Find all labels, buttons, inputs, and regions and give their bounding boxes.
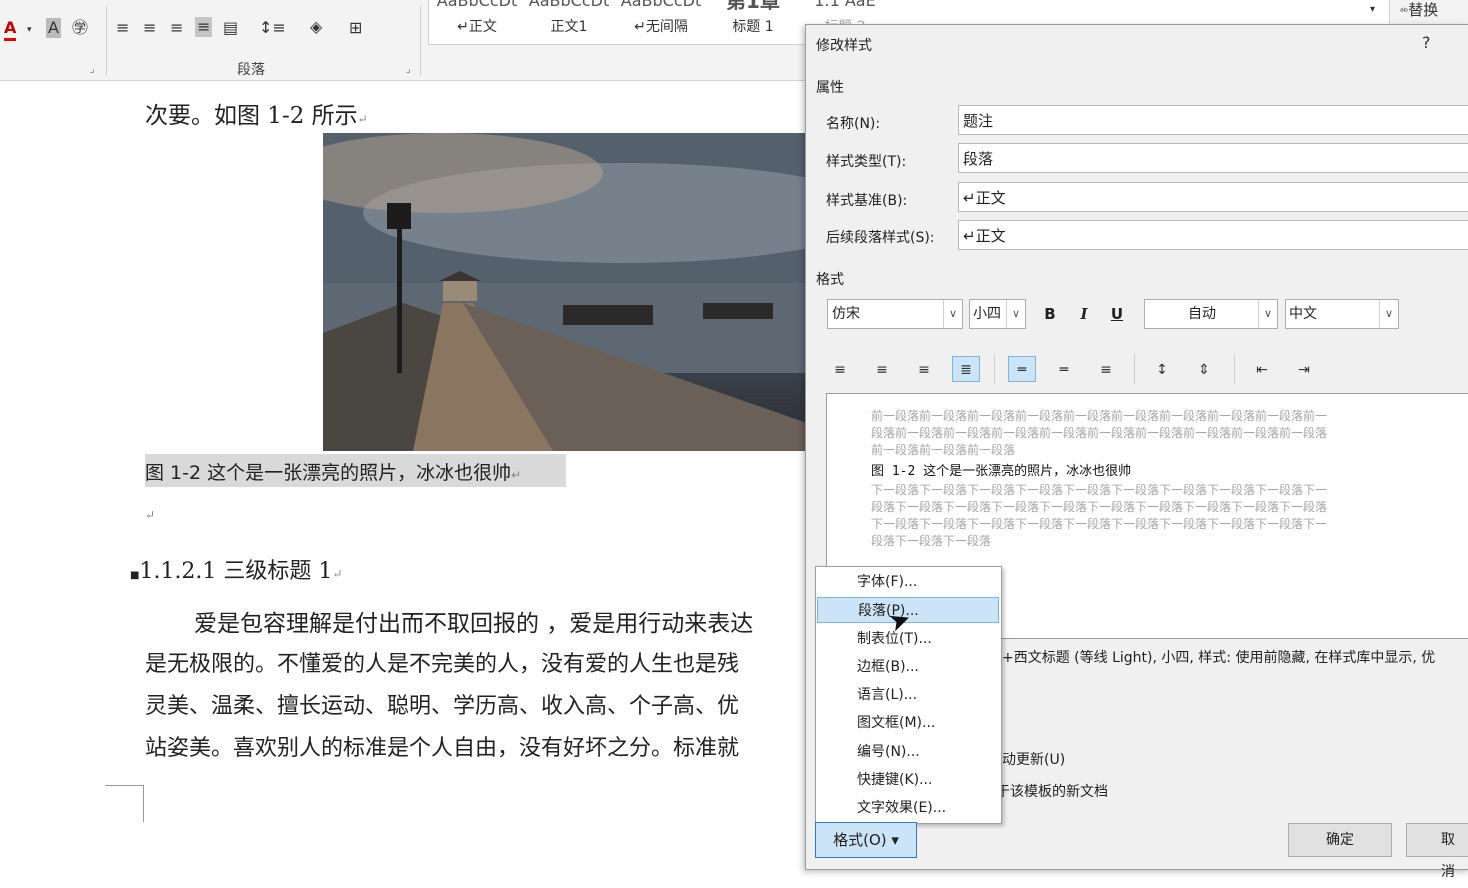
align-center-icon[interactable]: ≡ [143, 18, 156, 38]
style-tile[interactable]: 第1章标题 1 [709, 0, 797, 40]
next-style-select[interactable]: ↵正文 [958, 220, 1468, 250]
gallery-more-icon[interactable]: ▾ [1370, 0, 1375, 20]
figure-caption[interactable]: 图 1-2 这个是一张漂亮的照片，冰冰也很帅↵ [145, 458, 521, 485]
enclose-char-icon[interactable]: ㊫ [72, 18, 88, 38]
menu-item-language[interactable]: 语言(L)... [817, 682, 999, 708]
document-photo[interactable] [323, 133, 807, 451]
preview-next-line: 下一段落下一段落下一段落下一段落下一段落下一段落下一段落下一段落下一段落下一 [871, 517, 1328, 531]
replace-icon: ᵃᵇ [1400, 7, 1409, 18]
empty-paragraph-mark: ↵ [145, 508, 156, 522]
body-line: 灵美、温柔、擅长运动、聪明、学历高、收入高、个子高、优 [145, 694, 740, 719]
menu-item-numbering[interactable]: 编号(N)... [817, 739, 999, 765]
body-line: 站姿美。喜欢别人的标准是个人自由，没有好坏之分。标准就 [145, 736, 740, 761]
distributed-icon[interactable]: ▤ [223, 18, 238, 38]
justify-icon[interactable]: ≡ [195, 17, 213, 37]
doc-line: 次要。如图 1-2 所示↵ [145, 103, 368, 129]
double-spacing-button[interactable]: ≡ [1092, 357, 1120, 383]
ribbon-divider [106, 6, 107, 76]
paragraph-dialog-launcher-icon[interactable]: ⌟ [406, 64, 411, 75]
heading-3[interactable]: ■1.1.2.1 三级标题 1↵ [130, 553, 342, 585]
align-center-button[interactable]: ≡ [868, 357, 896, 383]
align-left-icon[interactable]: ≡ [116, 18, 129, 38]
body-line: 是无极限的。不懂爱的人是不完美的人，没有爱的人生也是残 [145, 652, 740, 677]
single-spacing-button[interactable]: ═ [1008, 356, 1036, 382]
body-line: 爱是包容理解是付出而不取回报的 ，爱是用行动来表达 [194, 611, 754, 637]
toolbar-divider [1234, 354, 1235, 384]
paragraph-mark: ↵ [357, 112, 368, 126]
properties-section-label: 属性 [816, 80, 844, 96]
font-color-select[interactable]: 自动 ∨ [1144, 299, 1278, 329]
preview-previous-line: 段落前一段落前一段落前一段落前一段落前一段落前一段落前一段落前一段落前一段落 [871, 426, 1328, 440]
italic-button[interactable]: I [1072, 302, 1096, 326]
justify-button[interactable]: ≣ [952, 356, 980, 382]
ribbon-divider [420, 6, 421, 76]
style-based-on-select[interactable]: ↵正文 [958, 182, 1468, 212]
photo-image [323, 133, 807, 451]
new-docs-template-radio-label[interactable]: 于该模板的新文档 [996, 781, 1108, 801]
increase-indent-icon[interactable]: ⇥ [1290, 357, 1318, 383]
style-tile[interactable]: AaBbCcDt 正文1 [525, 0, 613, 40]
format-menu: 字体(F)... 段落(P)... 制表位(T)... 边框(B)... 语言(… [815, 566, 1002, 824]
style-tile[interactable]: AaBbCcDt ↵正文 [433, 0, 521, 40]
preview-sample-text: 图 1-2 这个是一张漂亮的照片，冰冰也很帅 [871, 464, 1132, 479]
toolbar-divider [994, 354, 995, 384]
chevron-down-icon: ∨ [1006, 300, 1025, 328]
preview-previous-line: 前一段落前一段落前一段落前一段落前一段落前一段落前一段落前一段落前一段落前一 [871, 409, 1328, 423]
menu-item-borders[interactable]: 边框(B)... [817, 654, 999, 680]
chevron-down-icon: ∨ [943, 300, 962, 328]
borders-icon[interactable]: ⊞ [349, 18, 362, 38]
decrease-paragraph-spacing-icon[interactable]: ⇕ [1190, 357, 1218, 383]
increase-paragraph-spacing-icon[interactable]: ↕ [1148, 357, 1176, 383]
paragraph-group-label: 段落 [237, 62, 265, 78]
menu-item-frame[interactable]: 图文框(M)... [817, 710, 999, 736]
name-label: 名称(N): [826, 116, 881, 132]
replace-button[interactable]: ᵃᵇ替换 [1400, 0, 1438, 23]
style-tile[interactable]: AaBbCcDt ↵无间隔 [617, 0, 705, 40]
help-button[interactable]: ? [1422, 33, 1431, 52]
decrease-indent-icon[interactable]: ⇤ [1248, 357, 1276, 383]
font-color-button[interactable]: A [4, 18, 17, 41]
align-right-button[interactable]: ≡ [910, 357, 938, 383]
char-shading-button[interactable]: A [46, 18, 61, 38]
line-spacing-icon[interactable]: ↕≡ [259, 18, 286, 38]
align-right-icon[interactable]: ≡ [170, 18, 183, 38]
toolbar-divider [1134, 354, 1135, 384]
style-based-on-label: 样式基准(B): [826, 193, 908, 209]
format-section-label: 格式 [816, 272, 844, 288]
cancel-button[interactable]: 取消 [1406, 823, 1468, 880]
auto-update-checkbox-label[interactable]: 动更新(U) [1002, 749, 1065, 769]
style-type-select[interactable]: 段落 [958, 143, 1468, 173]
underline-button[interactable]: U [1105, 302, 1129, 326]
script-select[interactable]: 中文 ∨ [1285, 299, 1399, 329]
ok-button[interactable]: 确定 [1288, 823, 1392, 857]
menu-item-shortcut-key[interactable]: 快捷键(K)... [817, 767, 999, 793]
menu-item-font[interactable]: 字体(F)... [817, 569, 999, 595]
font-size-select[interactable]: 小四 ∨ [969, 299, 1026, 329]
dialog-title: 修改样式 [816, 38, 872, 54]
shading-icon[interactable]: ◈ [310, 17, 322, 37]
format-dropdown-button[interactable]: 格式(O) ▾ [815, 822, 917, 858]
one-half-spacing-button[interactable]: ═ [1050, 357, 1078, 383]
chevron-down-icon: ∨ [1379, 300, 1398, 328]
chevron-down-icon: ∨ [1258, 300, 1277, 328]
chevron-down-icon[interactable]: ▾ [27, 20, 32, 40]
style-description: +西文标题 (等线 Light), 小四, 样式: 使用前隐藏, 在样式库中显示… [1002, 650, 1436, 666]
replace-label: 替换 [1408, 1, 1439, 19]
name-field[interactable]: 题注 [958, 105, 1468, 135]
preview-next-line: 下一段落下一段落下一段落下一段落下一段落下一段落下一段落下一段落下一段落下一 [871, 483, 1328, 497]
align-left-button[interactable]: ≡ [826, 357, 854, 383]
style-type-label: 样式类型(T): [826, 154, 907, 170]
preview-next-line: 段落下一段落下一段落 [871, 534, 992, 548]
preview-previous-line: 前一段落前一段落前一段落 [871, 443, 1016, 457]
font-select[interactable]: 仿宋 ∨ [827, 299, 963, 329]
font-dialog-launcher-icon[interactable]: ⌟ [90, 64, 95, 75]
preview-next-line: 段落下一段落下一段落下一段落下一段落下一段落下一段落下一段落下一段落下一段落 [871, 500, 1328, 514]
next-style-label: 后续段落样式(S): [826, 230, 935, 246]
menu-item-text-effects[interactable]: 文字效果(E)... [817, 795, 999, 821]
bold-button[interactable]: B [1038, 302, 1062, 326]
page-corner-mark [105, 785, 144, 822]
